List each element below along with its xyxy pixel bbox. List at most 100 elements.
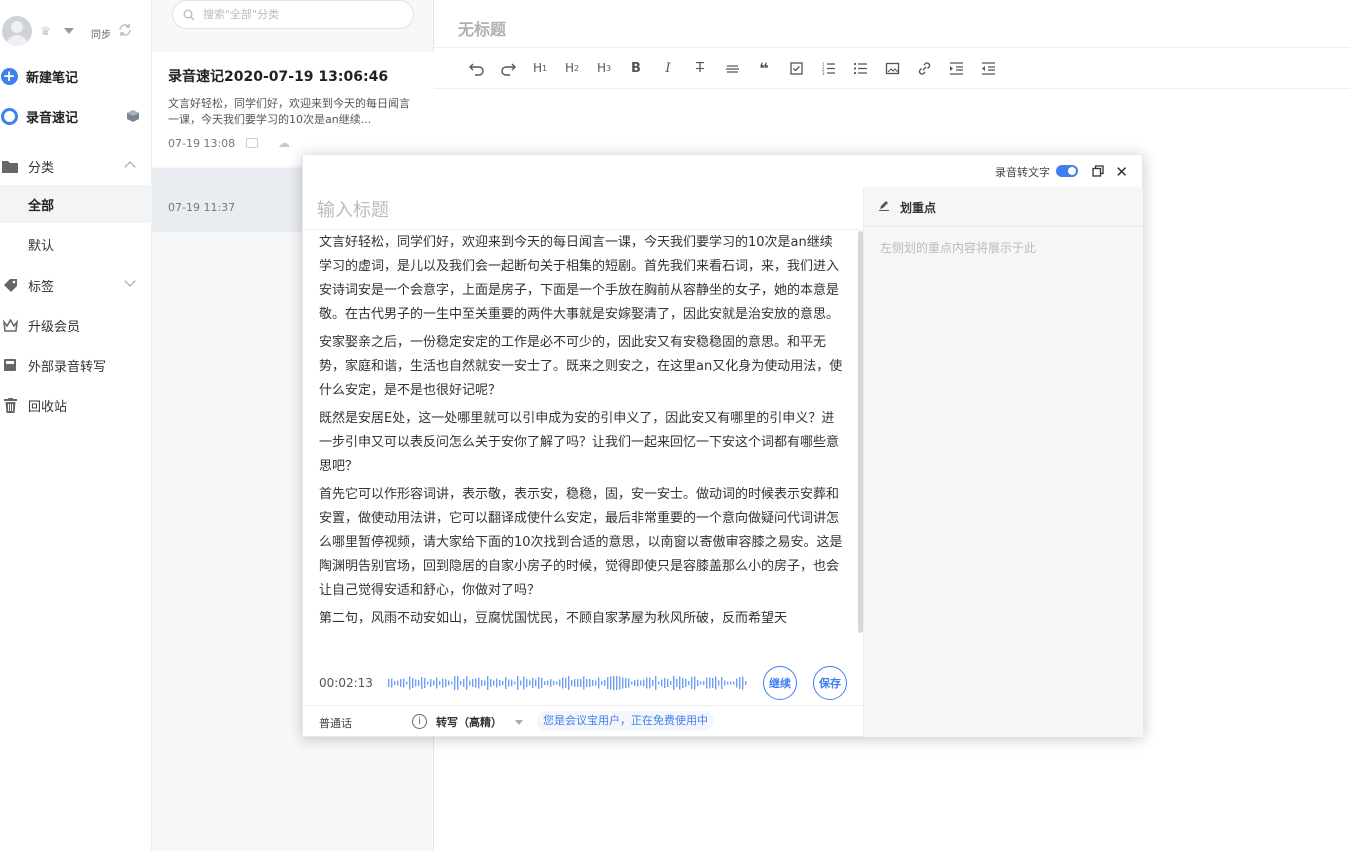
note-snippet: 文言好轻松，同学们好，欢迎来到今天的每日闻言一课，今天我们要学习的10次是an继… bbox=[168, 97, 410, 126]
waveform-bar bbox=[454, 676, 456, 690]
waveform-bar bbox=[475, 678, 477, 688]
waveform-bar bbox=[445, 679, 447, 687]
waveform-bar bbox=[469, 680, 471, 686]
waveform-bar bbox=[628, 678, 630, 688]
close-icon[interactable]: ✕ bbox=[1115, 163, 1128, 181]
divider-icon[interactable] bbox=[716, 54, 748, 82]
waveform-bar bbox=[544, 681, 546, 685]
waveform-bar bbox=[451, 681, 453, 685]
cloud-icon: ☁ bbox=[278, 136, 290, 150]
search-icon bbox=[183, 9, 195, 20]
save-button[interactable]: 保存 bbox=[813, 666, 847, 700]
undo-icon[interactable] bbox=[460, 54, 492, 82]
voice-memo-button[interactable]: 录音速记 bbox=[0, 97, 152, 135]
transcript-text[interactable]: 文言好轻松，同学们好，欢迎来到今天的每日闻言一课，今天我们要学习的10次是an继… bbox=[319, 231, 843, 655]
waveform-bar bbox=[703, 681, 705, 685]
search-box[interactable] bbox=[172, 0, 414, 29]
waveform-bar bbox=[496, 678, 498, 688]
bullet-list-icon[interactable] bbox=[844, 54, 876, 82]
highlights-panel: 划重点 左侧划的重点内容将展示于此 bbox=[863, 187, 1143, 737]
tags-label: 标签 bbox=[28, 279, 55, 295]
speech-to-text-toggle[interactable] bbox=[1056, 165, 1078, 177]
link-icon[interactable] bbox=[908, 54, 940, 82]
bold-icon[interactable]: B bbox=[620, 54, 652, 82]
waveform-bar bbox=[415, 679, 417, 687]
waveform-bar bbox=[565, 678, 567, 688]
transcript-paragraph: 文言好轻松，同学们好，欢迎来到今天的每日闻言一课，今天我们要学习的10次是an继… bbox=[319, 235, 840, 322]
heading1-icon[interactable]: H1 bbox=[524, 54, 556, 82]
external-label: 外部录音转写 bbox=[28, 359, 107, 375]
waveform-bar bbox=[637, 679, 639, 687]
sidebar-item-external-transcribe[interactable]: 外部录音转写 bbox=[0, 346, 152, 384]
transcribe-mode[interactable]: 转写（高精） bbox=[436, 714, 502, 730]
caret-down-icon[interactable] bbox=[515, 720, 523, 725]
waveform-bar bbox=[397, 680, 399, 686]
sidebar-item-upgrade[interactable]: 升级会员 bbox=[0, 306, 152, 344]
waveform-bar bbox=[388, 679, 390, 687]
waveform-bar bbox=[412, 678, 414, 688]
cube-icon[interactable] bbox=[126, 109, 140, 123]
chevron-down-icon[interactable] bbox=[124, 275, 136, 287]
waveform-bar bbox=[589, 679, 591, 687]
ordered-list-icon[interactable]: 123 bbox=[812, 54, 844, 82]
search-input[interactable] bbox=[201, 7, 401, 22]
sync-icon[interactable] bbox=[117, 22, 133, 38]
waveform-bar bbox=[535, 679, 537, 687]
waveform-bar bbox=[664, 678, 666, 688]
transcript-paragraph: 安家娶亲之后，一份稳定安定的工作是必不可少的，因此安又有安稳稳固的意思。和平无势… bbox=[319, 335, 843, 398]
sidebar-item-categories[interactable]: 分类 bbox=[0, 147, 152, 185]
sidebar-item-default[interactable]: 默认 bbox=[0, 225, 152, 263]
waveform-bar bbox=[487, 676, 489, 690]
sidebar-item-trash[interactable]: 回收站 bbox=[0, 386, 152, 424]
restore-window-icon[interactable] bbox=[1092, 165, 1104, 177]
voice-memo-dialog: 录音转文字 ✕ 文言好轻松，同学们好，欢迎来到今天的每日闻言一课，今天我们要学习… bbox=[302, 154, 1143, 737]
waveform-bar bbox=[448, 680, 450, 686]
waveform-bar bbox=[697, 680, 699, 686]
sync-label[interactable]: 同步 bbox=[91, 26, 111, 41]
speech-to-text-label: 录音转文字 bbox=[995, 166, 1050, 179]
waveform-bar bbox=[409, 676, 411, 690]
waveform-bar bbox=[406, 681, 408, 685]
sidebar-item-tags[interactable]: 标签 bbox=[0, 266, 152, 304]
waveform-bar bbox=[679, 676, 681, 690]
waveform-bar bbox=[631, 681, 633, 685]
new-note-button[interactable]: + 新建笔记 bbox=[0, 57, 152, 95]
sidebar: ♛ 同步 + 新建笔记 录音速记 分类 全部 默认 标签 升级会员 外部录音转写… bbox=[0, 0, 152, 851]
info-icon[interactable]: i bbox=[412, 714, 427, 729]
waveform-bar bbox=[688, 681, 690, 685]
waveform-bar bbox=[520, 680, 522, 686]
waveform-bar bbox=[433, 680, 435, 686]
waveform-bar bbox=[439, 681, 441, 685]
waveform-bar bbox=[691, 677, 693, 689]
memo-title-input[interactable] bbox=[315, 195, 845, 225]
account-bar: ♛ 同步 bbox=[0, 14, 152, 50]
continue-button[interactable]: 继续 bbox=[763, 666, 797, 700]
folder-icon bbox=[0, 160, 28, 173]
image-icon[interactable] bbox=[876, 54, 908, 82]
language-selector[interactable]: 普通话 bbox=[319, 715, 352, 731]
checkbox-icon[interactable] bbox=[780, 54, 812, 82]
chevron-up-icon[interactable] bbox=[124, 161, 136, 173]
avatar[interactable] bbox=[2, 16, 32, 46]
note-card[interactable]: 录音速记2020-07-19 13:06:46 文言好轻松，同学们好，欢迎来到今… bbox=[152, 52, 434, 166]
strikethrough-icon[interactable]: T bbox=[684, 54, 716, 82]
waveform-bar bbox=[706, 677, 708, 689]
note-title-field[interactable]: 无标题 bbox=[458, 16, 506, 40]
heading3-icon[interactable]: H3 bbox=[588, 54, 620, 82]
waveform-bar bbox=[394, 681, 396, 685]
plus-circle-icon: + bbox=[0, 67, 18, 85]
dialog-header: 录音转文字 ✕ bbox=[303, 155, 1142, 187]
waveform-bar bbox=[463, 679, 465, 687]
indent-icon[interactable] bbox=[940, 54, 972, 82]
quote-icon[interactable]: ❝ bbox=[748, 54, 780, 82]
waveform-bar bbox=[643, 679, 645, 687]
redo-icon[interactable] bbox=[492, 54, 524, 82]
italic-icon[interactable]: I bbox=[652, 54, 684, 82]
recording-time: 00:02:13 bbox=[319, 676, 373, 690]
highlights-empty-text: 左侧划的重点内容将展示于此 bbox=[880, 241, 1037, 255]
heading2-icon[interactable]: H2 bbox=[556, 54, 588, 82]
caret-down-icon[interactable] bbox=[64, 28, 74, 34]
outdent-icon[interactable] bbox=[972, 54, 1004, 82]
waveform-bar bbox=[709, 677, 711, 689]
sidebar-item-all[interactable]: 全部 bbox=[0, 185, 152, 223]
